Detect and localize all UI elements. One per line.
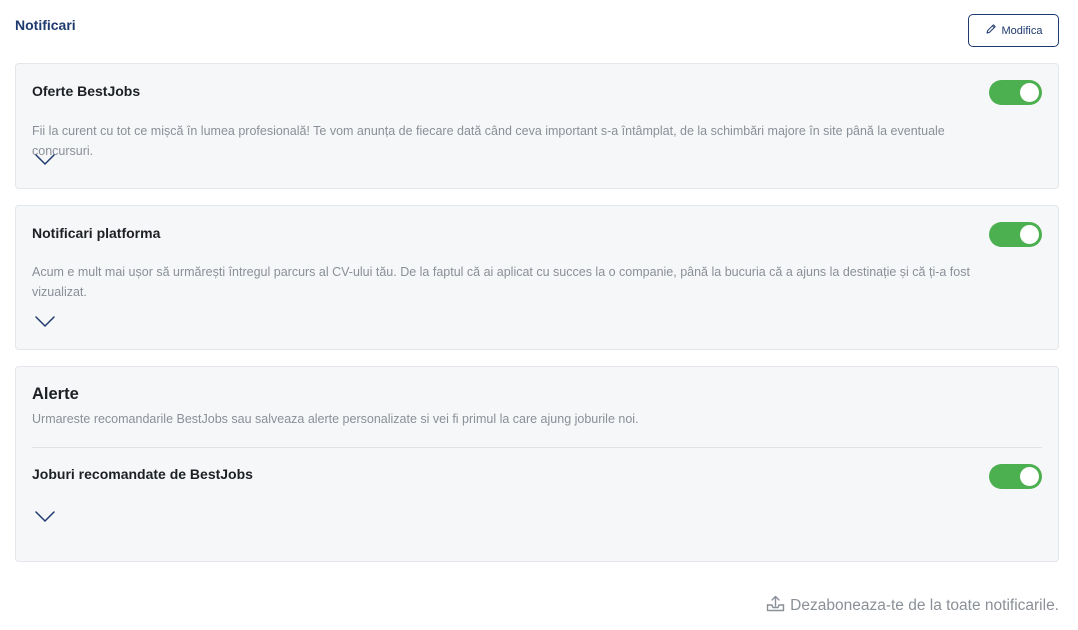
- alerts-card: Alerte Urmareste recomandarile BestJobs …: [15, 366, 1059, 562]
- chevron-down-icon[interactable]: [34, 315, 56, 329]
- toggle-knob: [1020, 225, 1039, 244]
- offers-description: Fii la curent cu tot ce mișcă în lumea p…: [32, 124, 945, 158]
- toggle-knob: [1020, 467, 1039, 486]
- offers-toggle[interactable]: [989, 80, 1042, 105]
- chevron-down-icon[interactable]: [34, 510, 56, 524]
- page-title: Notificari: [15, 17, 76, 33]
- platform-title: Notificari platforma: [32, 225, 161, 241]
- offers-title: Oferte BestJobs: [32, 83, 141, 99]
- platform-card: Notificari platforma Acum e mult mai ușo…: [15, 205, 1059, 350]
- edit-button-label: Modifica: [1001, 24, 1043, 37]
- unsubscribe-label: Dezaboneaza-te de la toate notificarile.: [790, 597, 1059, 614]
- chevron-down-icon[interactable]: [34, 153, 56, 167]
- alerts-description: Urmareste recomandarile BestJobs sau sal…: [32, 412, 639, 426]
- platform-toggle[interactable]: [989, 222, 1042, 247]
- edit-button[interactable]: Modifica: [968, 14, 1059, 47]
- toggle-knob: [1020, 83, 1039, 102]
- unsubscribe-link[interactable]: Dezaboneaza-te de la toate notificarile.: [766, 595, 1059, 617]
- offers-card: Oferte BestJobs Fii la curent cu tot ce …: [15, 63, 1059, 189]
- alerts-heading: Alerte: [32, 385, 79, 403]
- pencil-icon: [985, 23, 997, 38]
- tray-upload-icon: [766, 595, 785, 617]
- platform-description: Acum e mult mai ușor să urmărești întreg…: [32, 265, 970, 299]
- recommended-jobs-toggle[interactable]: [989, 464, 1042, 489]
- divider: [32, 447, 1042, 448]
- recommended-jobs-title: Joburi recomandate de BestJobs: [32, 466, 253, 482]
